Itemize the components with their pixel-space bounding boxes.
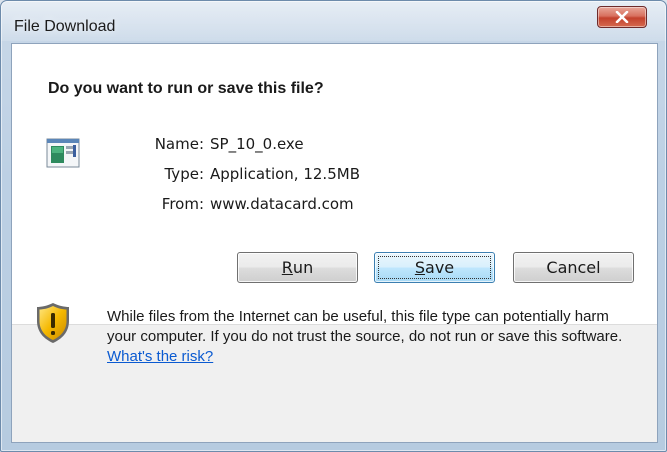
close-icon bbox=[615, 11, 629, 23]
file-type-value: Application, 12.5MB bbox=[210, 165, 360, 183]
warning-message: While files from the Internet can be use… bbox=[107, 308, 623, 345]
run-mnemonic: R bbox=[281, 258, 293, 277]
name-label: Name: bbox=[154, 135, 204, 153]
type-label: Type: bbox=[164, 165, 204, 183]
dialog-body: Do you want to run or save this file? Na… bbox=[11, 43, 658, 443]
file-download-window: File Download Do you want to run or save… bbox=[0, 0, 667, 452]
save-button[interactable]: Save bbox=[374, 252, 495, 283]
security-warning-text: While files from the Internet can be use… bbox=[107, 307, 639, 367]
whats-the-risk-link[interactable]: What's the risk? bbox=[107, 348, 213, 365]
security-shield-warning-icon bbox=[37, 303, 69, 343]
window-title: File Download bbox=[14, 18, 116, 35]
title-bar[interactable]: File Download bbox=[1, 1, 666, 41]
dialog-question: Do you want to run or save this file? bbox=[48, 80, 324, 97]
file-name-value: SP_10_0.exe bbox=[210, 135, 304, 153]
close-button[interactable] bbox=[597, 6, 647, 28]
application-file-icon bbox=[46, 138, 80, 168]
cancel-label: Cancel bbox=[546, 258, 601, 277]
run-label: un bbox=[292, 258, 314, 277]
focus-ring bbox=[378, 256, 491, 279]
run-button[interactable]: Run bbox=[237, 252, 358, 283]
from-label: From: bbox=[161, 195, 204, 213]
cancel-button[interactable]: Cancel bbox=[513, 252, 634, 283]
file-source-value: www.datacard.com bbox=[210, 195, 354, 213]
download-details-panel: Do you want to run or save this file? Na… bbox=[12, 44, 657, 324]
